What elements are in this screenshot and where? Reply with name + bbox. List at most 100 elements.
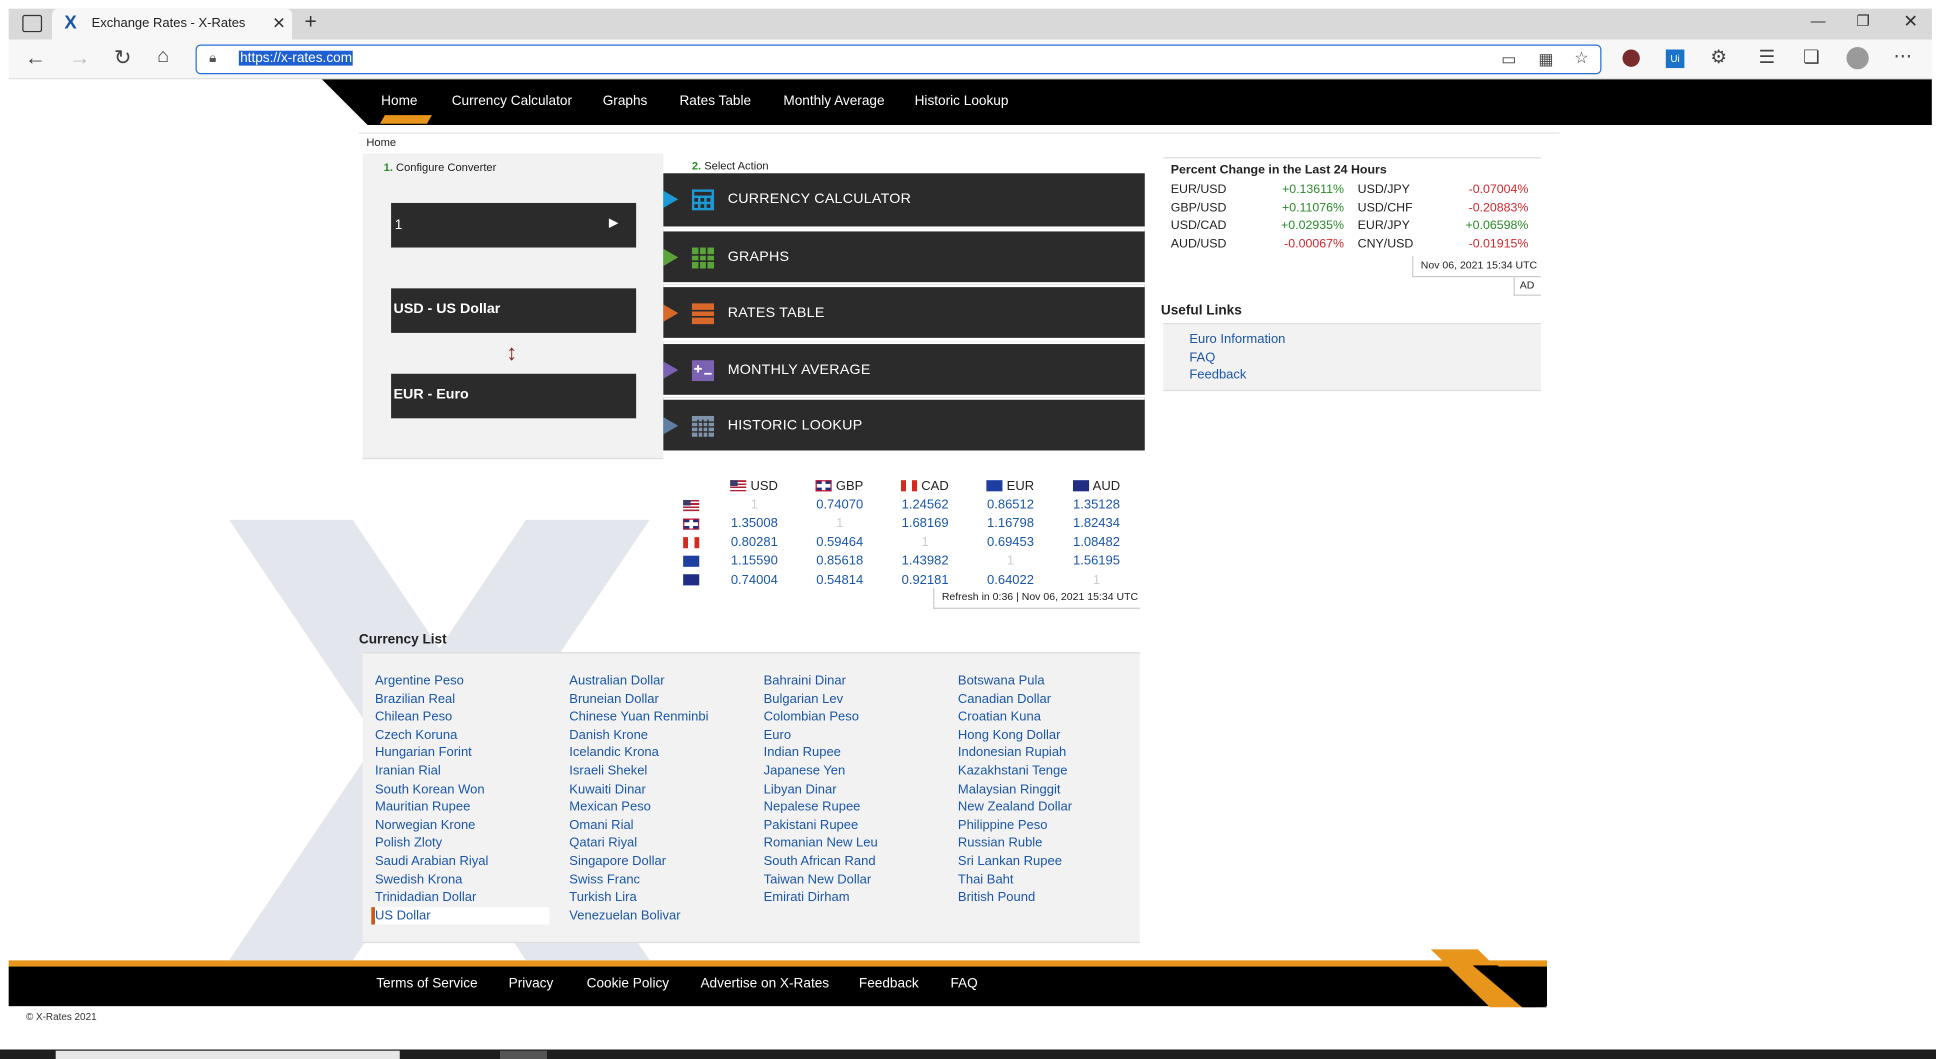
plus-icon[interactable]: + [304, 10, 316, 35]
useful-link-euro-information[interactable]: Euro Information [1189, 330, 1285, 348]
currency-link[interactable]: Kazakhstani Tenge [958, 762, 1144, 780]
minimize-icon[interactable]: — [1811, 12, 1826, 29]
useful-link-feedback[interactable]: Feedback [1189, 367, 1285, 385]
nav-historic-lookup[interactable]: Historic Lookup [915, 94, 1009, 109]
currency-link[interactable]: Hong Kong Dollar [958, 726, 1144, 744]
action-historic-lookup[interactable]: HISTORIC LOOKUP [663, 397, 1145, 451]
rate-cell[interactable]: 0.80281 [712, 533, 797, 552]
rate-cell[interactable]: 1.68169 [882, 514, 967, 533]
currency-link[interactable]: Swiss Franc [569, 871, 755, 889]
pc-row[interactable]: CNY/USD -0.01915% [1358, 236, 1529, 254]
currency-link[interactable]: Indonesian Rupiah [958, 744, 1144, 762]
currency-link[interactable]: Emirati Dirham [764, 889, 950, 907]
address-bar[interactable]: 🔒︎ https://x-rates.com [195, 44, 1602, 75]
favorites-list-icon[interactable]: ☰ [1759, 48, 1776, 67]
action-rates-table[interactable]: RATES TABLE [663, 284, 1145, 338]
currency-link[interactable]: Bahraini Dinar [764, 672, 950, 690]
currency-link[interactable]: US Dollar [375, 907, 561, 925]
action-currency-calculator[interactable]: CURRENCY CALCULATOR [663, 173, 1145, 227]
currency-link[interactable]: Botswana Pula [958, 672, 1144, 690]
currency-link[interactable]: Indian Rupee [764, 744, 950, 762]
rate-cell[interactable]: 0.92181 [882, 570, 967, 589]
window-close-icon[interactable]: ✕ [1903, 11, 1918, 32]
rate-cell[interactable]: 0.69453 [968, 533, 1053, 552]
currency-link[interactable]: Sri Lankan Rupee [958, 853, 1144, 871]
currency-link[interactable]: Mexican Peso [569, 798, 755, 816]
footer-advertise[interactable]: Advertise on X-Rates [700, 976, 829, 991]
from-currency-select[interactable]: USD - US Dollar [391, 288, 637, 333]
currency-link[interactable]: Philippine Peso [958, 817, 1144, 835]
currency-link[interactable]: Nepalese Rupee [764, 798, 950, 816]
currency-link[interactable]: Israeli Shekel [569, 762, 755, 780]
currency-link[interactable]: Thai Baht [958, 871, 1144, 889]
rate-cell[interactable]: 1.56195 [1053, 552, 1140, 571]
pc-row[interactable]: USD/CHF -0.20883% [1358, 200, 1529, 218]
breadcrumb[interactable]: Home [366, 136, 396, 148]
footer-faq[interactable]: FAQ [950, 976, 977, 991]
currency-link[interactable]: Australian Dollar [569, 672, 755, 690]
browser-tab[interactable]: X Exchange Rates - X-Rates ✕ [51, 8, 293, 40]
currency-link[interactable]: Icelandic Krona [569, 744, 755, 762]
apps-icon[interactable]: ▦ [1538, 51, 1553, 67]
currency-link[interactable]: Euro [764, 726, 950, 744]
currency-link[interactable]: Hungarian Forint [375, 744, 561, 762]
currency-link[interactable]: Polish Zloty [375, 835, 561, 853]
currency-link[interactable]: Pakistani Rupee [764, 817, 950, 835]
rate-cell[interactable]: 0.64022 [968, 570, 1053, 589]
extension-icon[interactable]: ⚙ [1710, 48, 1727, 67]
favorite-icon[interactable]: ☆ [1574, 50, 1588, 66]
currency-link[interactable]: Turkish Lira [569, 889, 755, 907]
url-text[interactable]: https://x-rates.com [238, 50, 354, 66]
rate-cell[interactable]: 1.08482 [1053, 533, 1140, 552]
restore-icon[interactable]: ❐ [1856, 12, 1869, 29]
rate-cell[interactable]: 0.74070 [797, 495, 882, 514]
rate-cell[interactable]: 0.59464 [797, 533, 882, 552]
footer-privacy[interactable]: Privacy [509, 976, 554, 991]
currency-link[interactable]: Russian Ruble [958, 835, 1144, 853]
currency-link[interactable]: Taiwan New Dollar [764, 871, 950, 889]
pc-row[interactable]: USD/JPY -0.07004% [1358, 182, 1529, 200]
nav-graphs[interactable]: Graphs [603, 94, 648, 109]
currency-link[interactable]: Danish Krone [569, 726, 755, 744]
profile-icon[interactable] [1846, 47, 1869, 70]
currency-link[interactable]: South Korean Won [375, 780, 561, 798]
collections-icon[interactable]: ❏ [1803, 48, 1820, 67]
currency-link[interactable]: Colombian Peso [764, 708, 950, 726]
more-icon[interactable]: ⋯ [1894, 47, 1913, 66]
nav-currency-calculator[interactable]: Currency Calculator [452, 94, 572, 109]
rate-cell[interactable]: 1.16798 [968, 514, 1053, 533]
swap-icon[interactable]: ↕ [506, 340, 517, 366]
currency-link[interactable]: Croatian Kuna [958, 708, 1144, 726]
currency-link[interactable]: Bruneian Dollar [569, 690, 755, 708]
currency-link[interactable]: Argentine Peso [375, 672, 561, 690]
currency-link[interactable]: Japanese Yen [764, 762, 950, 780]
currency-link[interactable]: Iranian Rial [375, 762, 561, 780]
sidebar-toggle-icon[interactable] [22, 14, 43, 33]
currency-link[interactable]: Bulgarian Lev [764, 690, 950, 708]
rate-cell[interactable]: 0.85618 [797, 552, 882, 571]
currency-link[interactable]: British Pound [958, 889, 1144, 907]
amount-input[interactable]: 1 ▶ [391, 202, 637, 248]
rate-cell[interactable]: 0.54814 [797, 570, 882, 589]
rate-cell[interactable]: 1.24562 [882, 495, 967, 514]
currency-link[interactable]: Canadian Dollar [958, 690, 1144, 708]
home-icon[interactable]: ⌂ [157, 46, 169, 67]
rate-cell[interactable]: 0.86512 [968, 495, 1053, 514]
back-icon[interactable]: ← [25, 47, 46, 68]
nav-rates-table[interactable]: Rates Table [679, 94, 751, 109]
currency-link[interactable]: Venezuelan Bolivar [569, 907, 755, 925]
refresh-icon[interactable]: ↻ [114, 47, 132, 68]
currency-link[interactable]: Norwegian Krone [375, 817, 561, 835]
nav-monthly-average[interactable]: Monthly Average [783, 94, 884, 109]
currency-link[interactable]: Qatari Riyal [569, 835, 755, 853]
forward-icon[interactable]: → [69, 47, 90, 68]
rate-cell[interactable]: 1.43982 [882, 552, 967, 571]
pc-row[interactable]: EUR/JPY +0.06598% [1358, 218, 1529, 236]
currency-link[interactable]: Romanian New Leu [764, 835, 950, 853]
rate-cell[interactable]: 1.35008 [712, 514, 797, 533]
pc-row[interactable]: EUR/USD +0.13611% [1171, 182, 1344, 200]
currency-link[interactable]: Brazilian Real [375, 690, 561, 708]
currency-link[interactable]: Czech Koruna [375, 726, 561, 744]
pc-row[interactable]: USD/CAD +0.02935% [1171, 218, 1344, 236]
action-monthly-average[interactable]: MONTHLY AVERAGE [663, 341, 1145, 395]
